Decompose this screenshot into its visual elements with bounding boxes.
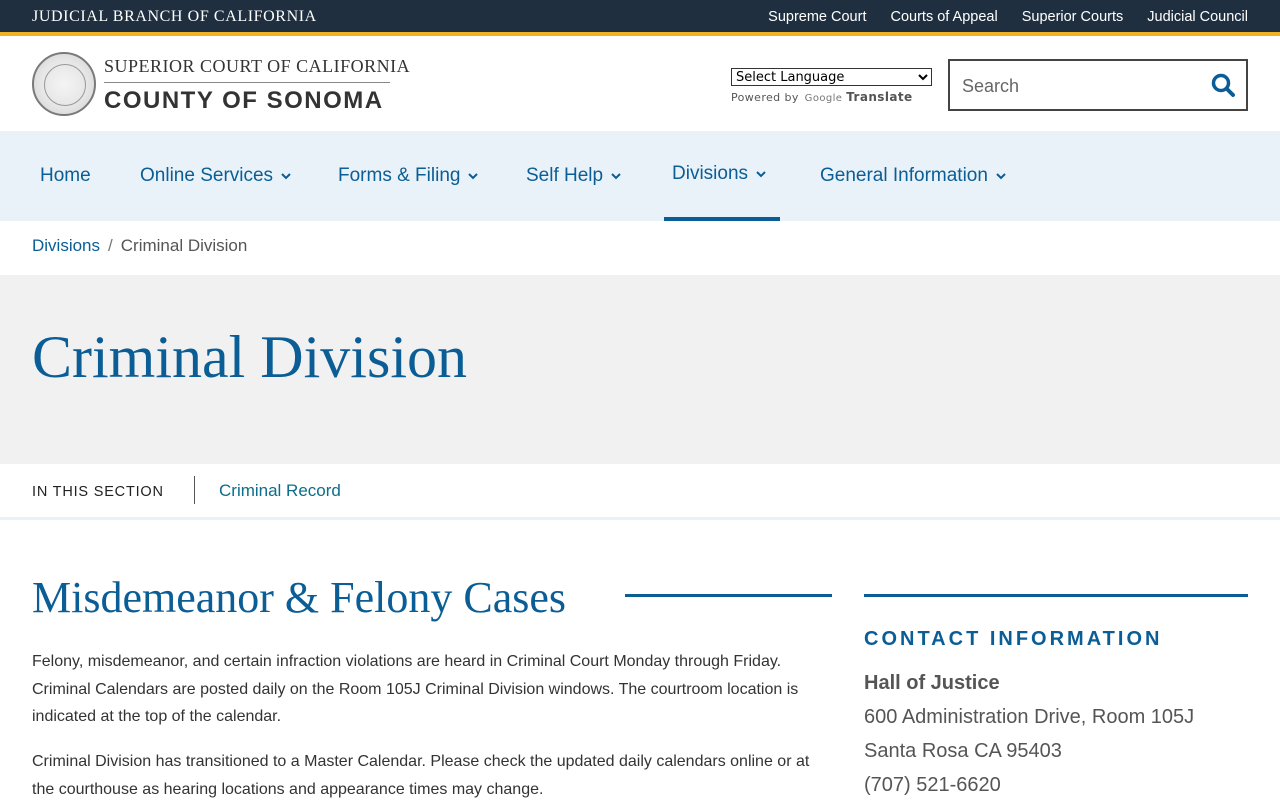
contact-address: 600 Administration Drive, Room 105J: [864, 706, 1195, 728]
topbar-link-supreme-court[interactable]: Supreme Court: [768, 9, 866, 25]
content-paragraph: Felony, misdemeanor, and certain infract…: [32, 653, 799, 725]
language-selector: Select Language: [731, 68, 932, 86]
nav-divisions[interactable]: Divisions: [664, 131, 780, 221]
google-translate-credit: Powered by Google Translate: [731, 90, 913, 104]
chevron-down-icon: [468, 173, 479, 180]
section-link-criminal-record[interactable]: Criminal Record: [219, 481, 341, 501]
content-heading: Misdemeanor & Felony Cases: [32, 573, 567, 622]
page-title: Criminal Division: [32, 324, 467, 390]
search-input[interactable]: [962, 73, 1192, 99]
translate-link[interactable]: Translate: [846, 90, 912, 104]
sidebar-rule: [864, 594, 1248, 597]
chevron-down-icon: [996, 173, 1006, 180]
in-this-section-bar: IN THIS SECTION Criminal Record: [0, 464, 1280, 520]
search-icon: [1211, 73, 1235, 97]
top-bar: JUDICIAL BRANCH OF CALIFORNIA Supreme Co…: [0, 0, 1280, 36]
nav-general-information[interactable]: General Information: [820, 131, 1006, 221]
nav-online-services-label: Online Services: [140, 165, 274, 186]
search-form: [948, 59, 1248, 111]
content-paragraph: Criminal Division has transitioned to a …: [32, 753, 810, 798]
court-name-line1[interactable]: SUPERIOR COURT OF CALIFORNIA: [104, 56, 410, 77]
contact-information-title: CONTACT INFORMATION: [864, 628, 1163, 650]
powered-by-text: Powered by: [731, 91, 799, 104]
nav-home[interactable]: Home: [40, 131, 91, 221]
chevron-down-icon: [756, 171, 766, 178]
section-divider: [194, 476, 195, 504]
breadcrumb: Divisions / Criminal Division: [32, 236, 247, 256]
chevron-down-icon: [611, 173, 621, 180]
page-hero: Criminal Division: [0, 275, 1280, 464]
nav-divisions-label: Divisions: [672, 163, 749, 184]
nav-self-help[interactable]: Self Help: [526, 131, 621, 221]
nav-forms-filing[interactable]: Forms & Filing: [338, 131, 479, 221]
nav-self-help-label: Self Help: [526, 165, 604, 186]
topbar-link-judicial-council[interactable]: Judicial Council: [1147, 9, 1248, 25]
court-seal-logo[interactable]: [32, 52, 96, 116]
contact-phone[interactable]: (707) 521-6620: [864, 774, 1001, 797]
heading-rule: [625, 594, 832, 597]
search-button[interactable]: [1208, 71, 1238, 101]
language-select[interactable]: Select Language: [731, 68, 932, 86]
breadcrumb-divisions[interactable]: Divisions: [32, 236, 100, 255]
topbar-link-courts-of-appeal[interactable]: Courts of Appeal: [890, 9, 997, 25]
breadcrumb-separator: /: [108, 236, 113, 255]
contact-city: Santa Rosa CA 95403: [864, 740, 1062, 762]
topbar-links: Supreme Court Courts of Appeal Superior …: [768, 9, 1248, 25]
logo-divider: [104, 82, 390, 83]
main-navigation: Home Online Services Forms & Filing Self…: [0, 131, 1280, 221]
nav-general-information-label: General Information: [820, 165, 988, 186]
google-logo[interactable]: Google: [805, 93, 843, 104]
site-header: SUPERIOR COURT OF CALIFORNIA COUNTY OF S…: [0, 40, 1280, 131]
nav-home-label: Home: [40, 165, 91, 186]
nav-online-services[interactable]: Online Services: [140, 131, 291, 221]
judicial-branch-brand[interactable]: JUDICIAL BRANCH OF CALIFORNIA: [32, 8, 317, 26]
chevron-down-icon: [281, 173, 291, 180]
contact-location-name: Hall of Justice: [864, 672, 1000, 694]
in-this-section-label: IN THIS SECTION: [32, 484, 164, 500]
topbar-link-superior-courts[interactable]: Superior Courts: [1022, 9, 1124, 25]
nav-forms-filing-label: Forms & Filing: [338, 165, 461, 186]
breadcrumb-current: Criminal Division: [120, 236, 248, 255]
court-name-line2[interactable]: COUNTY OF SONOMA: [104, 87, 384, 115]
